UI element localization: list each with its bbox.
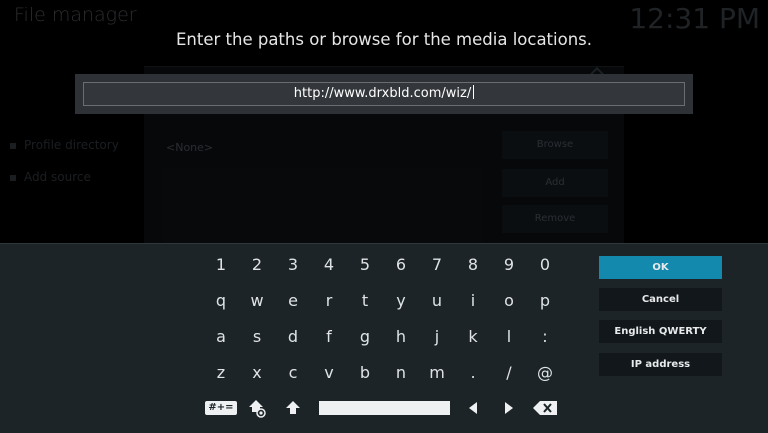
- sidebar-item-profile[interactable]: Profile directory: [10, 138, 119, 152]
- key[interactable]: 3: [276, 249, 310, 281]
- dialog-heading: Enter the paths or browse for the media …: [175, 30, 592, 49]
- cursor-right-glyph: [505, 402, 513, 414]
- backspace-icon[interactable]: [528, 392, 562, 424]
- key[interactable]: s: [240, 321, 274, 353]
- cursor-right-icon[interactable]: [492, 392, 526, 424]
- key[interactable]: y: [384, 285, 418, 317]
- key[interactable]: 6: [384, 249, 418, 281]
- ip-address-button[interactable]: IP address: [599, 353, 722, 376]
- source-list: [162, 167, 482, 243]
- key[interactable]: l: [492, 321, 526, 353]
- caps-lock-icon[interactable]: [240, 392, 274, 424]
- dialog-none-label: <None>: [166, 141, 214, 154]
- key[interactable]: h: [384, 321, 418, 353]
- key[interactable]: w: [240, 285, 274, 317]
- key[interactable]: d: [276, 321, 310, 353]
- key[interactable]: 1: [204, 249, 238, 281]
- key[interactable]: 0: [528, 249, 562, 281]
- key[interactable]: o: [492, 285, 526, 317]
- key[interactable]: c: [276, 357, 310, 389]
- key[interactable]: 5: [348, 249, 382, 281]
- bullet-icon: [10, 175, 16, 181]
- key[interactable]: 7: [420, 249, 454, 281]
- backspace-glyph: [533, 401, 557, 415]
- key[interactable]: m: [420, 357, 454, 389]
- window-title: File manager: [14, 4, 137, 26]
- key[interactable]: .: [456, 357, 490, 389]
- path-input-value: http://www.drxbld.com/wiz/: [293, 86, 472, 101]
- add-button[interactable]: Add: [502, 169, 608, 197]
- key[interactable]: :: [528, 321, 562, 353]
- input-bar: http://www.drxbld.com/wiz/: [75, 74, 693, 114]
- key[interactable]: j: [420, 321, 454, 353]
- key[interactable]: u: [420, 285, 454, 317]
- symbols-icon[interactable]: #+=: [204, 392, 238, 424]
- key[interactable]: 8: [456, 249, 490, 281]
- keyboard-layout-button[interactable]: English QWERTY: [599, 320, 722, 343]
- shift-icon[interactable]: [276, 392, 310, 424]
- key[interactable]: 4: [312, 249, 346, 281]
- key[interactable]: z: [204, 357, 238, 389]
- key[interactable]: e: [276, 285, 310, 317]
- cancel-button[interactable]: Cancel: [599, 288, 722, 311]
- cursor-left-glyph: [469, 402, 477, 414]
- key[interactable]: i: [456, 285, 490, 317]
- key[interactable]: t: [348, 285, 382, 317]
- key[interactable]: f: [312, 321, 346, 353]
- key[interactable]: g: [348, 321, 382, 353]
- key[interactable]: p: [528, 285, 562, 317]
- key[interactable]: b: [348, 357, 382, 389]
- key[interactable]: a: [204, 321, 238, 353]
- shift-glyph: [286, 401, 300, 414]
- ok-button[interactable]: OK: [599, 256, 722, 279]
- caps-lock-glyph: [249, 400, 266, 418]
- cursor-left-icon[interactable]: [456, 392, 490, 424]
- key[interactable]: 9: [492, 249, 526, 281]
- key[interactable]: 2: [240, 249, 274, 281]
- symbols-label: #+=: [205, 401, 237, 415]
- key[interactable]: /: [492, 357, 526, 389]
- sidebar-item-add-source[interactable]: Add source: [10, 170, 91, 184]
- key[interactable]: @: [528, 357, 562, 389]
- key[interactable]: r: [312, 285, 346, 317]
- key[interactable]: x: [240, 357, 274, 389]
- bullet-icon: [10, 143, 16, 149]
- key[interactable]: q: [204, 285, 238, 317]
- keyboard-panel: 1 2 3 4 5 6 7 8 9 0 q w e r t y u i o p …: [0, 243, 768, 433]
- key[interactable]: k: [456, 321, 490, 353]
- key[interactable]: n: [384, 357, 418, 389]
- space-bar[interactable]: [319, 401, 450, 415]
- key[interactable]: v: [312, 357, 346, 389]
- remove-button[interactable]: Remove: [502, 205, 608, 233]
- text-caret: [473, 85, 475, 99]
- browse-button[interactable]: Browse: [502, 131, 608, 159]
- path-input[interactable]: http://www.drxbld.com/wiz/: [83, 82, 685, 106]
